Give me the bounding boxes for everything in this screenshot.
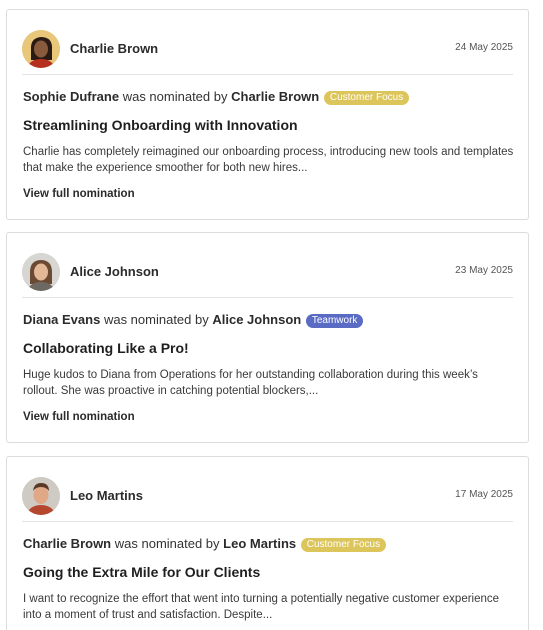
nominee-name: Charlie Brown — [23, 536, 112, 551]
card-header: Leo Martins 17 May 2025 — [22, 477, 513, 522]
nominated-by-text: was nominated by — [122, 89, 228, 104]
nomination-line: Sophie Dufrane was nominated by Charlie … — [23, 89, 410, 105]
nomination-date: 17 May 2025 — [455, 489, 513, 500]
view-full-nomination-link[interactable]: View full nomination — [23, 411, 135, 423]
view-full-nomination-link[interactable]: View full nomination — [23, 188, 135, 200]
nomination-card: Charlie Brown 24 May 2025 Sophie Dufrane… — [6, 9, 529, 220]
nominee-name: Diana Evans — [23, 312, 101, 327]
woman-avatar-icon — [22, 253, 60, 291]
card-header: Alice Johnson 23 May 2025 — [22, 253, 513, 298]
nomination-card: Leo Martins 17 May 2025 Charlie Brown wa… — [6, 456, 529, 630]
nominator-name: Alice Johnson — [212, 312, 302, 327]
nomination-date: 23 May 2025 — [455, 265, 513, 276]
card-header: Charlie Brown 24 May 2025 — [22, 30, 513, 75]
nominee-name: Sophie Dufrane — [23, 89, 120, 104]
author-name: Charlie Brown — [70, 41, 159, 56]
nominated-by-text: was nominated by — [103, 312, 209, 327]
category-badge: Customer Focus — [323, 91, 410, 105]
category-badge: Teamwork — [305, 314, 364, 328]
nomination-line: Charlie Brown was nominated by Leo Marti… — [23, 536, 387, 552]
nominated-by-text: was nominated by — [114, 536, 220, 551]
nomination-title: Collaborating Like a Pro! — [23, 340, 189, 356]
man-avatar-icon — [22, 477, 60, 515]
nomination-excerpt: Huge kudos to Diana from Operations for … — [23, 369, 478, 397]
nominator-name: Charlie Brown — [231, 89, 320, 104]
nominator-name: Leo Martins — [223, 536, 297, 551]
nomination-date: 24 May 2025 — [455, 42, 513, 53]
nomination-feed: Charlie Brown 24 May 2025 Sophie Dufrane… — [0, 0, 543, 630]
nomination-excerpt: I want to recognize the effort that went… — [23, 593, 500, 621]
nomination-excerpt: Charlie has completely reimagined our on… — [23, 146, 514, 174]
nomination-title: Streamlining Onboarding with Innovation — [23, 117, 298, 133]
author-name: Leo Martins — [70, 488, 143, 503]
author-name: Alice Johnson — [70, 264, 159, 279]
category-badge: Customer Focus — [300, 538, 387, 552]
nomination-title: Going the Extra Mile for Our Clients — [23, 564, 261, 580]
nomination-line: Diana Evans was nominated by Alice Johns… — [23, 312, 364, 328]
woman-avatar-icon — [22, 30, 60, 68]
nomination-card: Alice Johnson 23 May 2025 Diana Evans wa… — [6, 232, 529, 443]
